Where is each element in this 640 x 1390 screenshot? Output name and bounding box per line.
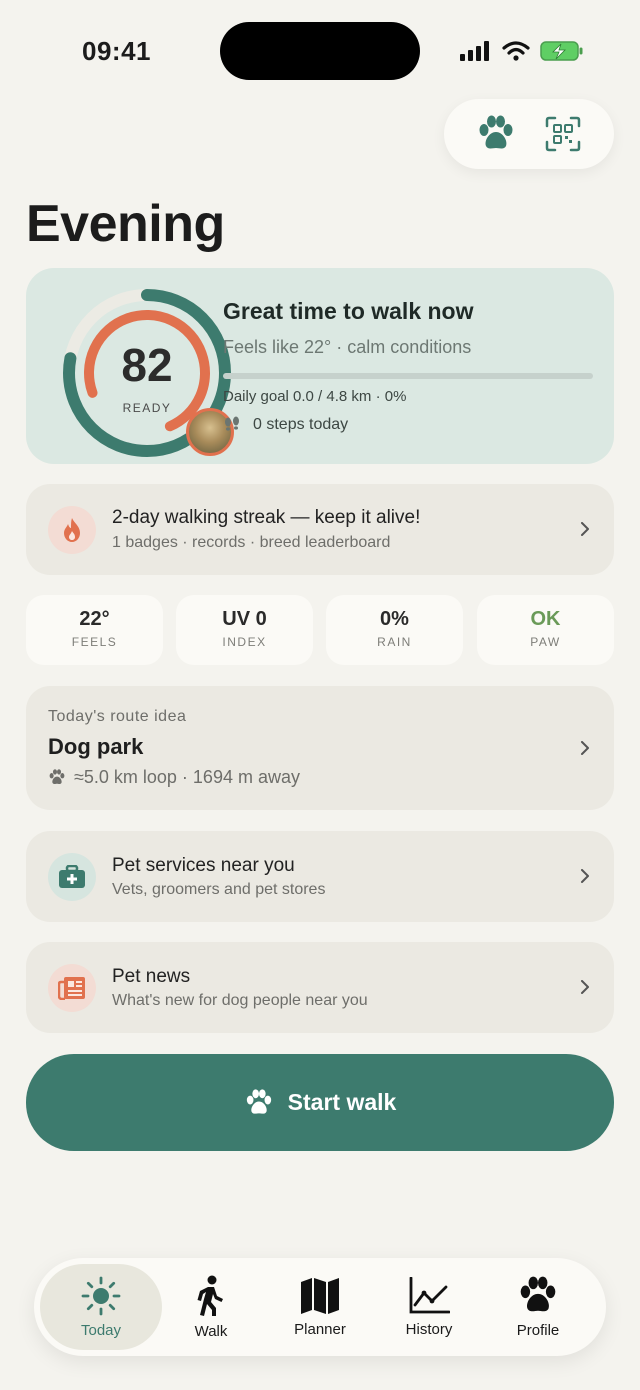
chevron-right-icon — [581, 980, 589, 994]
metric-value: UV 0 — [222, 608, 267, 630]
route-eyebrow: Today's route idea — [48, 708, 187, 725]
map-icon — [301, 1277, 339, 1314]
readiness-headline: Great time to walk now — [223, 298, 474, 324]
footprints-icon — [225, 416, 239, 431]
start-walk-button[interactable]: Start walk — [26, 1054, 614, 1151]
readiness-ring: 82 READY — [52, 278, 242, 468]
route-title: Dog park — [48, 734, 144, 759]
status-icons — [460, 40, 584, 62]
route-detail: ≈5.0 km loop · 1694 m away — [74, 767, 300, 787]
pet-services-card[interactable]: Pet services near you Vets, groomers and… — [26, 831, 614, 922]
services-subtitle: Vets, groomers and pet stores — [112, 881, 326, 898]
tab-label: Planner — [294, 1320, 346, 1338]
start-walk-label: Start walk — [287, 1089, 397, 1115]
tab-walk[interactable]: Walk — [156, 1264, 266, 1350]
readiness-subline: Feels like 22° · calm conditions — [223, 337, 472, 357]
readiness-score-label: READY — [122, 401, 172, 415]
steps-row: 0 steps today — [223, 416, 348, 434]
metric-value: OK — [530, 608, 561, 630]
status-bar: 09:41 — [0, 0, 640, 100]
metric-label: FEELS — [71, 635, 118, 649]
metric-rain: 0% RAIN — [326, 595, 463, 665]
top-actions — [444, 99, 614, 169]
streak-icon-wrap — [48, 506, 96, 554]
route-idea-card[interactable]: Today's route idea Dog park ≈5.0 km loop… — [26, 686, 614, 810]
news-subtitle: What's new for dog people near you — [112, 992, 368, 1009]
metric-label: RAIN — [377, 635, 412, 649]
steps-text: 0 steps today — [253, 416, 349, 433]
cellular-signal-icon — [460, 41, 489, 61]
readiness-card[interactable]: 82 READY Great time to walk now Feels li… — [26, 268, 614, 464]
tab-today[interactable]: Today — [40, 1264, 162, 1350]
walker-icon — [197, 1275, 223, 1316]
flame-icon — [64, 518, 80, 542]
metric-value: 0% — [380, 608, 409, 630]
streak-card[interactable]: 2-day walking streak — keep it alive! 1 … — [26, 484, 614, 575]
tab-label: Walk — [194, 1322, 228, 1340]
tab-profile[interactable]: Profile — [483, 1264, 593, 1350]
metric-value: 22° — [79, 608, 110, 630]
services-title: Pet services near you — [112, 855, 295, 876]
news-title: Pet news — [112, 966, 191, 987]
chevron-right-icon — [581, 869, 589, 883]
page-title: Evening — [26, 195, 225, 253]
tab-label: History — [405, 1320, 453, 1338]
metric-label: PAW — [530, 635, 561, 649]
battery-charging-icon — [540, 41, 583, 61]
chevron-right-icon — [581, 741, 589, 755]
chevron-right-icon — [581, 522, 589, 536]
tab-history[interactable]: History — [374, 1264, 484, 1350]
tab-label: Today — [80, 1321, 122, 1339]
metric-paw: OK PAW — [477, 595, 614, 665]
streak-title: 2-day walking streak — keep it alive! — [112, 507, 421, 528]
daily-goal-progress — [223, 373, 593, 379]
line-chart-icon — [409, 1276, 450, 1313]
qr-scan-button[interactable] — [541, 112, 585, 156]
streak-subtitle: 1 badges · records · breed leaderboard — [112, 534, 391, 551]
newspaper-icon — [58, 977, 85, 1000]
metric-label: INDEX — [222, 635, 267, 649]
status-time: 09:41 — [82, 36, 151, 66]
news-icon-wrap — [48, 964, 96, 1012]
tab-planner[interactable]: Planner — [265, 1264, 375, 1350]
first-aid-kit-icon — [59, 865, 85, 888]
metric-uv: UV 0 INDEX — [176, 595, 313, 665]
wifi-icon — [502, 41, 530, 61]
paw-icon — [49, 769, 65, 784]
qr-code-scan-icon — [545, 116, 580, 152]
paw-icon — [246, 1088, 271, 1114]
route-detail-row: ≈5.0 km loop · 1694 m away — [48, 767, 300, 788]
pet-news-card[interactable]: Pet news What's new for dog people near … — [26, 942, 614, 1033]
readiness-score: 82 — [121, 339, 173, 391]
dynamic-island — [220, 22, 420, 80]
sun-icon — [81, 1276, 121, 1315]
daily-goal-text: Daily goal 0.0 / 4.8 km · 0% — [223, 388, 407, 405]
dog-profile-button[interactable] — [474, 112, 518, 156]
metric-feels: 22° FEELS — [26, 595, 163, 665]
tab-label: Profile — [516, 1321, 560, 1339]
tab-bar: Today Walk Planner History Profile — [34, 1258, 606, 1356]
paw-icon — [479, 115, 512, 149]
services-icon-wrap — [48, 853, 96, 901]
paw-icon — [520, 1276, 556, 1311]
